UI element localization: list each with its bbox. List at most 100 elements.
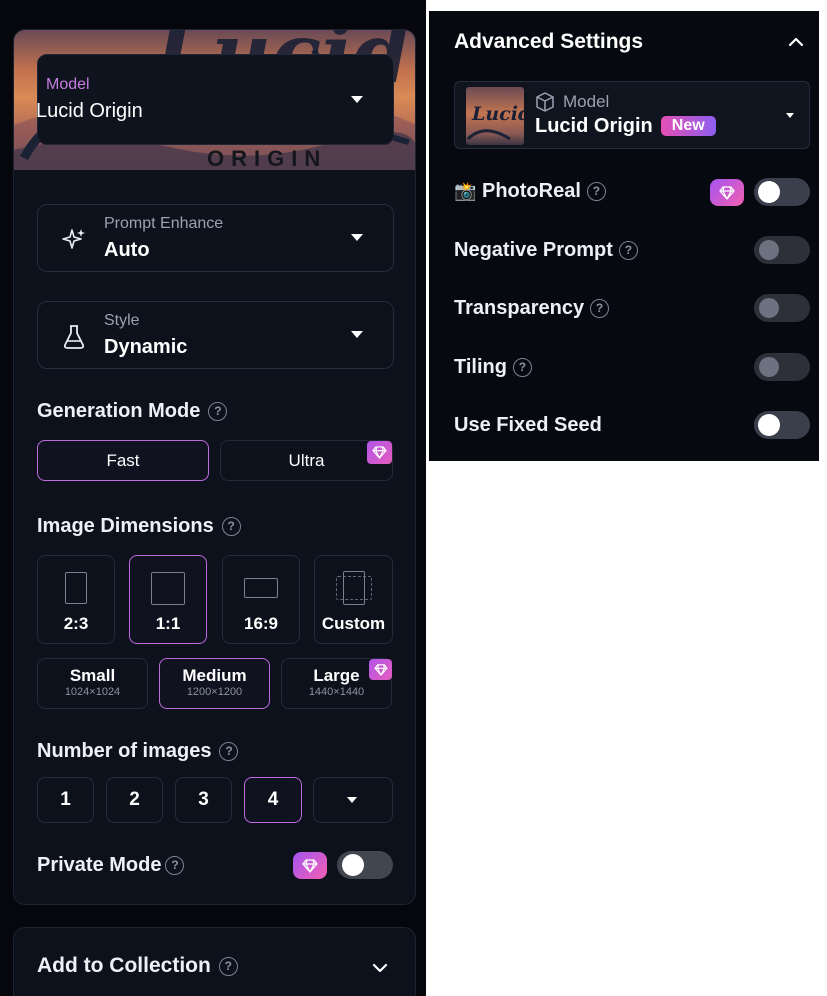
size-small-button[interactable]: Small 1024×1024 xyxy=(37,658,148,709)
private-mode-toggle[interactable] xyxy=(337,851,393,879)
help-icon[interactable]: ? xyxy=(221,517,241,537)
square-ratio-icon xyxy=(151,572,185,605)
fixed-seed-toggle[interactable] xyxy=(754,411,810,439)
model-banner[interactable]: Lucid ORIGIN Model Lucid Origin xyxy=(14,30,415,170)
photoreal-toggle[interactable] xyxy=(754,178,810,206)
premium-gem-icon xyxy=(710,179,744,206)
photoreal-row: 📸 PhotoReal? xyxy=(454,180,606,203)
size-small-label: Small xyxy=(69,666,116,685)
help-icon[interactable]: ? xyxy=(512,358,532,378)
ratio-1-1-label: 1:1 xyxy=(155,614,181,633)
style-value: Dynamic xyxy=(104,336,188,358)
advanced-model-select[interactable]: Lucid Model Lucid Origin New xyxy=(454,81,810,149)
chevron-down-icon xyxy=(351,234,363,241)
flask-icon xyxy=(63,325,85,349)
advanced-model-value-row: Lucid Origin New xyxy=(535,115,716,138)
chevron-down-icon xyxy=(347,797,357,803)
help-icon[interactable]: ? xyxy=(218,956,238,976)
banner-subtitle: ORIGIN xyxy=(207,146,328,170)
premium-gem-icon xyxy=(367,441,392,464)
image-count-2-label: 2 xyxy=(129,789,140,810)
tiling-toggle[interactable] xyxy=(754,353,810,381)
photoreal-label: PhotoReal xyxy=(481,180,581,202)
ratio-16-9-button[interactable]: 16:9 xyxy=(222,555,300,644)
image-count-more-button[interactable] xyxy=(313,777,393,823)
negative-prompt-label: Negative Prompt xyxy=(454,239,613,261)
add-to-collection-panel[interactable]: Add to Collection? xyxy=(13,927,416,996)
negative-prompt-toggle[interactable] xyxy=(754,236,810,264)
toggle-knob xyxy=(342,854,364,876)
generation-settings-panel: Lucid ORIGIN Model Lucid Origin Prompt E… xyxy=(13,29,416,905)
private-mode-label: Private Mode xyxy=(37,854,162,876)
size-medium-dims: 1200×1200 xyxy=(186,686,243,698)
help-icon[interactable]: ? xyxy=(208,402,228,422)
number-of-images-title: Number of images? xyxy=(37,740,239,763)
ratio-16-9-label: 16:9 xyxy=(243,614,279,633)
left-sidebar: Lucid ORIGIN Model Lucid Origin Prompt E… xyxy=(0,0,426,996)
advanced-model-label: Model xyxy=(563,92,610,111)
negative-prompt-row: Negative Prompt? xyxy=(454,239,638,262)
image-count-1-button[interactable]: 1 xyxy=(37,777,94,823)
help-icon[interactable]: ? xyxy=(618,241,638,261)
premium-gem-icon xyxy=(369,659,392,680)
add-to-collection-title: Add to Collection? xyxy=(37,954,238,978)
transparency-row: Transparency? xyxy=(454,297,610,320)
tiling-row: Tiling? xyxy=(454,356,532,379)
advanced-settings-panel: Advanced Settings Lucid Model Lucid Orig… xyxy=(429,11,819,461)
size-medium-label: Medium xyxy=(182,666,247,685)
prompt-enhance-select[interactable]: Prompt Enhance Auto xyxy=(37,204,394,272)
ratio-custom-button[interactable]: Custom xyxy=(314,555,393,644)
chevron-up-icon[interactable] xyxy=(788,37,804,47)
size-large-dims: 1440×1440 xyxy=(308,686,365,698)
toggle-knob xyxy=(759,240,779,260)
fixed-seed-row: Use Fixed Seed xyxy=(454,414,602,437)
thumbnail-text: Lucid xyxy=(471,103,524,125)
tiling-label: Tiling xyxy=(454,356,507,378)
image-count-3-button[interactable]: 3 xyxy=(175,777,232,823)
cube-icon xyxy=(536,92,554,112)
number-of-images-label: Number of images xyxy=(37,740,212,762)
toggle-knob xyxy=(758,181,780,203)
help-icon[interactable]: ? xyxy=(586,182,606,202)
ratio-1-1-button[interactable]: 1:1 xyxy=(129,555,207,644)
image-count-4-button[interactable]: 4 xyxy=(244,777,302,823)
image-count-1-label: 1 xyxy=(60,789,71,810)
model-thumbnail: Lucid xyxy=(466,87,524,145)
landscape-ratio-icon xyxy=(244,578,278,598)
custom-ratio-inner-icon xyxy=(343,571,365,605)
ratio-2-3-label: 2:3 xyxy=(63,614,89,633)
help-icon[interactable]: ? xyxy=(590,299,610,319)
image-count-3-label: 3 xyxy=(198,789,209,810)
size-small-dims: 1024×1024 xyxy=(64,686,121,698)
mode-fast-button[interactable]: Fast xyxy=(37,440,209,481)
ratio-2-3-button[interactable]: 2:3 xyxy=(37,555,115,644)
ratio-custom-label: Custom xyxy=(321,614,386,633)
mode-fast-label: Fast xyxy=(106,451,140,470)
style-label: Style xyxy=(104,312,140,329)
chevron-down-icon[interactable] xyxy=(372,963,388,973)
thumbnail-art: Lucid xyxy=(466,103,524,141)
image-dimensions-title: Image Dimensions? xyxy=(37,515,241,538)
help-icon[interactable]: ? xyxy=(219,742,239,762)
generation-mode-label: Generation Mode xyxy=(37,400,201,422)
chevron-down-icon xyxy=(786,113,794,118)
toggle-knob xyxy=(759,357,779,377)
add-to-collection-label: Add to Collection xyxy=(37,954,211,977)
fixed-seed-label: Use Fixed Seed xyxy=(454,414,602,436)
generation-mode-title: Generation Mode? xyxy=(37,400,228,423)
model-dropdown-icon xyxy=(351,96,363,103)
advanced-settings-title: Advanced Settings xyxy=(454,30,644,53)
advanced-model-value: Lucid Origin xyxy=(535,115,653,137)
camera-flash-icon: 📸 xyxy=(454,181,477,201)
private-mode-title: Private Mode? xyxy=(37,854,185,877)
style-select[interactable]: Style Dynamic xyxy=(37,301,394,369)
mode-ultra-label: Ultra xyxy=(288,451,325,470)
new-badge: New xyxy=(660,116,716,136)
model-label: Model xyxy=(46,76,90,93)
help-icon[interactable]: ? xyxy=(165,856,185,876)
size-medium-button[interactable]: Medium 1200×1200 xyxy=(159,658,270,709)
model-value: Lucid Origin xyxy=(36,100,143,122)
transparency-toggle[interactable] xyxy=(754,294,810,322)
image-count-2-button[interactable]: 2 xyxy=(106,777,163,823)
portrait-ratio-icon xyxy=(65,572,87,604)
